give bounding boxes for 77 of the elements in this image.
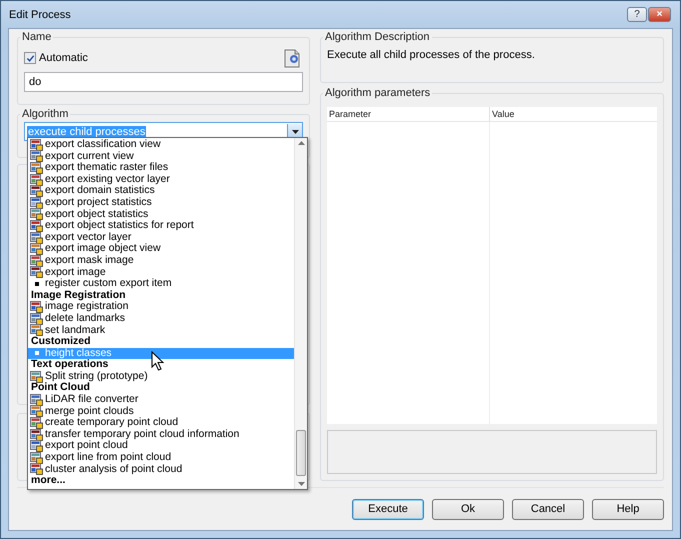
algorithm-icon [30,220,43,232]
list-item[interactable]: export current view [28,150,294,162]
list-item[interactable]: delete landmarks [28,312,294,324]
dialog-button[interactable]: Ok [432,498,504,520]
checkbox[interactable] [24,52,36,64]
algorithm-icon [30,138,43,151]
algorithm-icon [30,312,43,325]
list-item[interactable]: transfer temporary point cloud information [28,428,294,440]
algorithm-icon [30,428,43,441]
document-icon[interactable] [283,48,301,68]
list-item[interactable]: export object statistics [28,208,294,220]
algorithm-icon [30,208,43,220]
algorithm-icon [30,452,43,464]
mouse-cursor-icon [151,351,165,371]
list-item[interactable]: export thematic raster files [28,162,294,174]
list-item[interactable]: export image object view [28,243,294,255]
category-header: Image Registration [30,290,127,301]
column-header[interactable]: Value [490,107,657,121]
algorithm-icon [30,463,43,476]
scroll-down-icon[interactable] [298,482,304,486]
list-item[interactable]: Split string (prototype) [28,370,294,382]
algorithm-icon [30,370,43,383]
algorithm-icon [30,417,43,430]
list-item[interactable]: register custom export item [28,278,294,290]
category-header: more... [30,475,66,487]
list-item[interactable]: export vector layer [28,232,294,244]
bullet-icon [34,282,38,286]
algorithm-icon [30,150,43,162]
dialog-button[interactable]: Cancel [512,498,584,520]
caret-icon [292,130,298,134]
list-item[interactable]: cluster analysis of point cloud [28,464,294,476]
column-header[interactable]: Parameter [327,107,490,121]
list-item[interactable]: set landmark [28,324,294,336]
list-item[interactable]: export point cloud [28,440,294,452]
list-item[interactable]: export line from point cloud [28,452,294,464]
group-label: Name [21,31,52,43]
algorithm-icon [30,232,43,244]
list-item[interactable]: export image [28,266,294,278]
scroll-up-icon[interactable] [298,141,304,145]
algorithm-icon [30,405,43,418]
algorithm-icon [30,196,43,209]
group-label: Algorithm [21,108,70,120]
list-item[interactable]: export classification view [28,139,294,151]
category-header: Customized [30,336,92,348]
list-item[interactable]: create temporary point cloud [28,417,294,429]
algorithm-icon [30,185,43,198]
list-item[interactable]: export mask image [28,254,294,267]
list-item[interactable]: export project statistics [28,196,294,209]
window-title: Edit Process [9,8,71,20]
list-item[interactable]: merge point clouds [28,406,294,418]
description-text: Execute all child processes of the process. [327,48,536,61]
group-label: Algorithm parameters [324,87,432,99]
algorithm-icon [30,301,43,314]
bullet-icon [34,351,38,356]
dialog-button[interactable]: Help [592,498,664,520]
category-header: Point Cloud [30,382,90,394]
algorithm-icon [30,440,43,452]
list-item[interactable]: export domain statistics [28,185,294,197]
algorithm-icon [30,174,43,186]
name-input[interactable]: do [24,72,303,92]
help-button[interactable]: ? [627,7,647,22]
algorithm-icon [30,243,43,256]
algorithm-icon [30,162,43,174]
scrollbar-thumb[interactable] [296,430,306,476]
list-item[interactable]: LiDAR file converter [28,394,294,406]
algorithm-icon [30,394,43,406]
category-header: Text operations [30,359,110,371]
scrollbar[interactable] [294,138,307,489]
group-label: Algorithm Description [324,31,431,43]
algorithm-icon [30,254,43,267]
list-item[interactable]: export existing vector layer [28,174,294,186]
list-item[interactable]: image registration [28,301,294,313]
algorithm-icon [30,324,43,336]
checkbox-label: Automatic [39,52,88,64]
dialog-button[interactable]: Execute [352,498,424,520]
algorithm-icon [30,266,43,278]
list-item[interactable]: export object statistics for report [28,220,294,232]
